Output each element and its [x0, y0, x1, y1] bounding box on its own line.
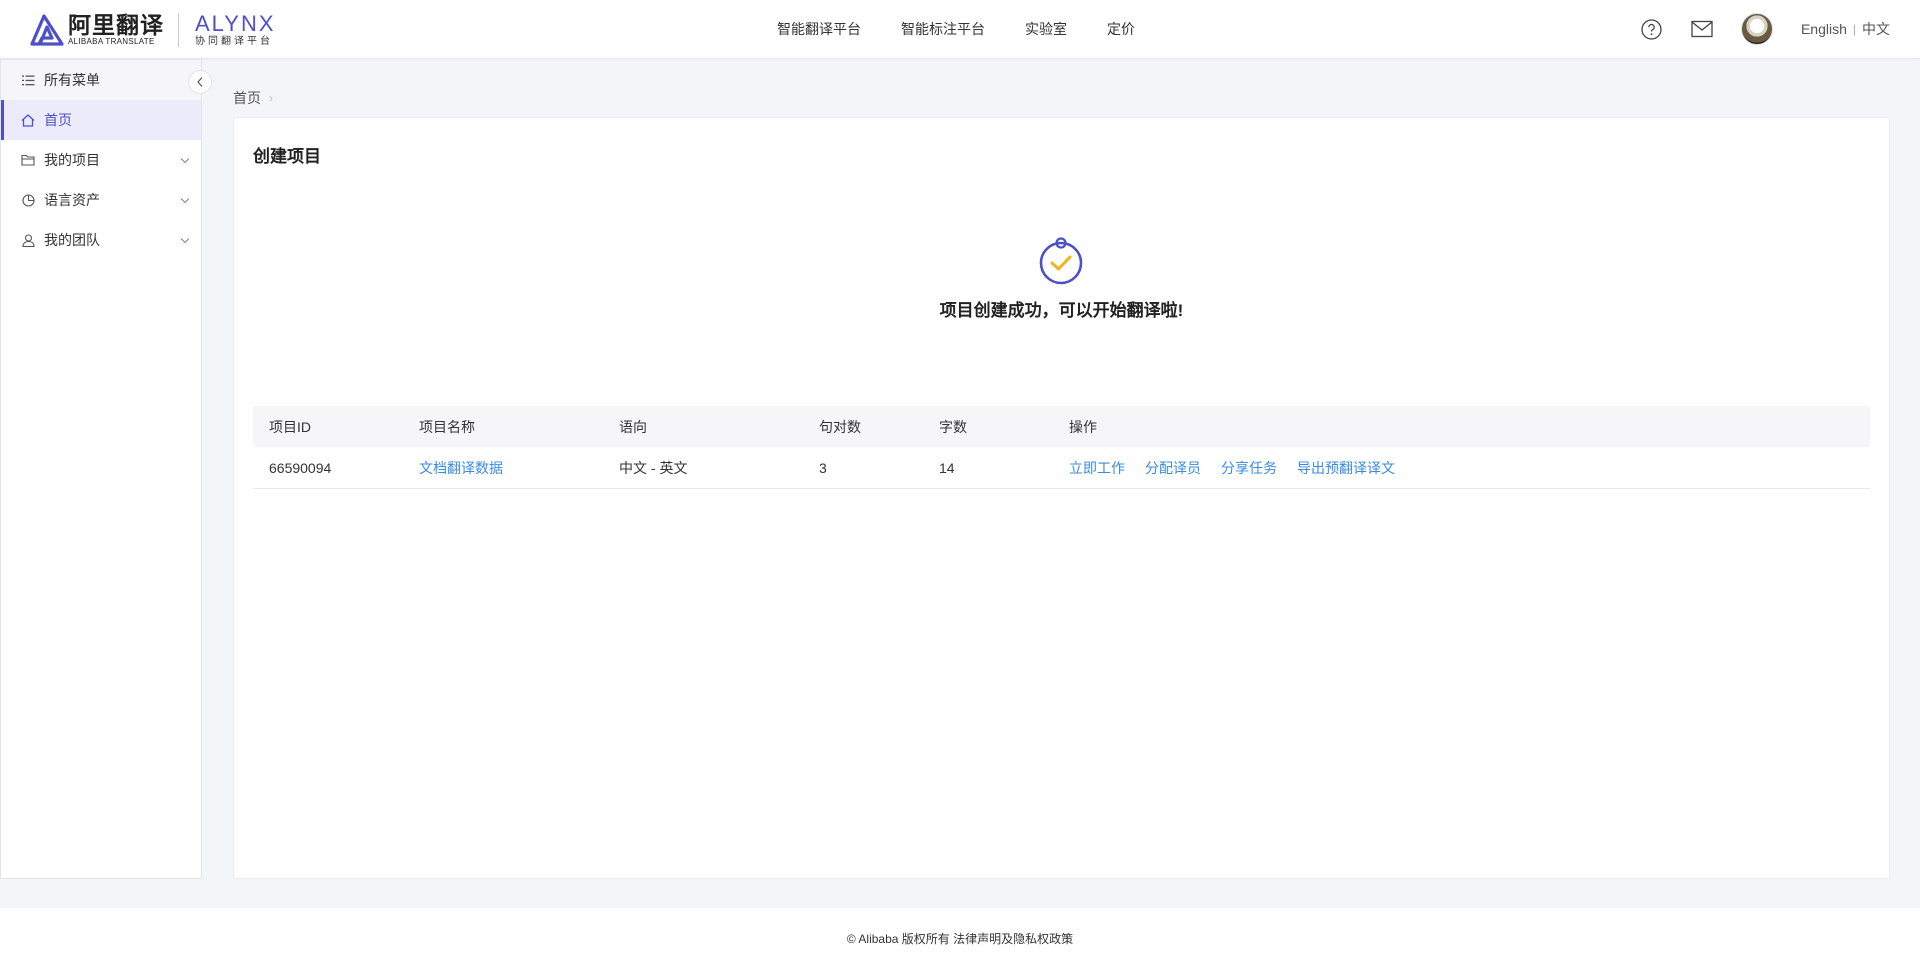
sidebar-item-label: 首页 — [44, 112, 72, 128]
nav-smart-translation[interactable]: 智能翻译平台 — [777, 19, 861, 39]
start-work-link[interactable]: 立即工作 — [1069, 458, 1125, 478]
footer: © Alibaba 版权所有 法律声明及隐私权政策 — [0, 908, 1920, 969]
lang-english[interactable]: English — [1801, 21, 1847, 37]
main-nav: 智能翻译平台 智能标注平台 实验室 定价 — [777, 0, 1175, 58]
folder-icon — [21, 153, 35, 167]
col-project-id: 项目ID — [269, 418, 311, 435]
cell-char-count: 14 — [939, 459, 955, 476]
logo-mark-icon — [30, 14, 64, 46]
cell-project-id: 66590094 — [269, 459, 332, 476]
col-project-name: 项目名称 — [419, 418, 475, 435]
user-avatar[interactable] — [1740, 13, 1773, 45]
col-char-count: 字数 — [939, 418, 967, 435]
nav-pricing[interactable]: 定价 — [1107, 19, 1135, 39]
success-message: 项目创建成功，可以开始翻译啦! — [939, 301, 1184, 320]
table-header: 项目ID 项目名称 语向 句对数 字数 操作 — [253, 406, 1870, 447]
lang-separator: | — [1852, 22, 1856, 36]
home-icon — [21, 113, 35, 127]
project-table: 项目ID 项目名称 语向 句对数 字数 操作 66590094 文档翻译数据 中… — [253, 406, 1870, 489]
language-switcher: English | 中文 — [1801, 19, 1890, 39]
top-header: 阿里翻译 ALIBABA TRANSLATE ALYNX 协同翻译平台 智能翻译… — [0, 0, 1920, 59]
create-project-card: 创建项目 项目创建成功，可以开始翻译啦! 项目ID 项目名称 语向 句对数 字数… — [233, 117, 1890, 879]
chevron-down-icon — [180, 238, 190, 244]
footer-copyright: © Alibaba 版权所有 法律声明及隐私权政策 — [846, 932, 1074, 946]
sidebar-item-home[interactable]: 首页 — [1, 100, 201, 140]
logo-cn-subtitle: ALIBABA TRANSLATE — [68, 37, 155, 46]
sidebar-collapse-button[interactable] — [188, 70, 212, 94]
sidebar-item-my-team[interactable]: 我的团队 — [1, 220, 201, 260]
page-title: 创建项目 — [253, 147, 321, 166]
share-task-link[interactable]: 分享任务 — [1221, 458, 1277, 478]
cell-sentence-pairs: 3 — [819, 459, 827, 476]
table-row: 66590094 文档翻译数据 中文 - 英文 3 14 立即工作 分配译员 分… — [253, 447, 1870, 489]
export-pretranslation-link[interactable]: 导出预翻译译文 — [1297, 458, 1395, 478]
col-direction: 语向 — [619, 418, 647, 435]
logo-divider — [178, 13, 179, 47]
sidebar-item-label: 所有菜单 — [44, 72, 100, 88]
sidebar: 所有菜单 首页 我的项目 语言资产 我的团队 — [0, 59, 202, 879]
success-check-icon — [1039, 237, 1083, 285]
logo-cn-title: 阿里翻译 — [68, 12, 164, 38]
pie-chart-icon — [21, 193, 35, 207]
chevron-down-icon — [180, 198, 190, 204]
cell-direction: 中文 - 英文 — [619, 459, 688, 476]
sidebar-item-label: 语言资产 — [44, 192, 100, 208]
logo-en-subtitle: 协同翻译平台 — [195, 35, 273, 47]
project-name-link[interactable]: 文档翻译数据 — [419, 460, 503, 476]
alibaba-translate-logo[interactable]: 阿里翻译 ALIBABA TRANSLATE ALYNX 协同翻译平台 — [30, 12, 276, 48]
sidebar-item-my-projects[interactable]: 我的项目 — [1, 140, 201, 180]
nav-smart-annotation[interactable]: 智能标注平台 — [901, 19, 985, 39]
sidebar-item-all-menus[interactable]: 所有菜单 — [1, 60, 201, 100]
col-sentence-pairs: 句对数 — [819, 418, 861, 435]
chevron-left-icon — [197, 77, 203, 87]
sidebar-item-label: 我的团队 — [44, 232, 100, 248]
lang-chinese[interactable]: 中文 — [1862, 19, 1890, 39]
col-actions: 操作 — [1069, 418, 1097, 435]
user-icon — [21, 233, 35, 247]
cell-actions: 立即工作 分配译员 分享任务 导出预翻译译文 — [1053, 458, 1870, 478]
logo-en-title: ALYNX — [195, 10, 276, 36]
menu-list-icon — [21, 73, 35, 87]
help-icon[interactable] — [1641, 18, 1663, 40]
assign-translator-link[interactable]: 分配译员 — [1145, 458, 1201, 478]
header-actions: English | 中文 — [1613, 0, 1890, 58]
nav-lab[interactable]: 实验室 — [1025, 19, 1067, 39]
chevron-down-icon — [180, 158, 190, 164]
sidebar-item-language-assets[interactable]: 语言资产 — [1, 180, 201, 220]
sidebar-item-label: 我的项目 — [44, 152, 100, 168]
mail-icon[interactable] — [1691, 18, 1713, 40]
breadcrumb: 首页 › — [233, 88, 273, 108]
breadcrumb-home[interactable]: 首页 — [233, 88, 261, 108]
breadcrumb-separator: › — [269, 91, 273, 105]
